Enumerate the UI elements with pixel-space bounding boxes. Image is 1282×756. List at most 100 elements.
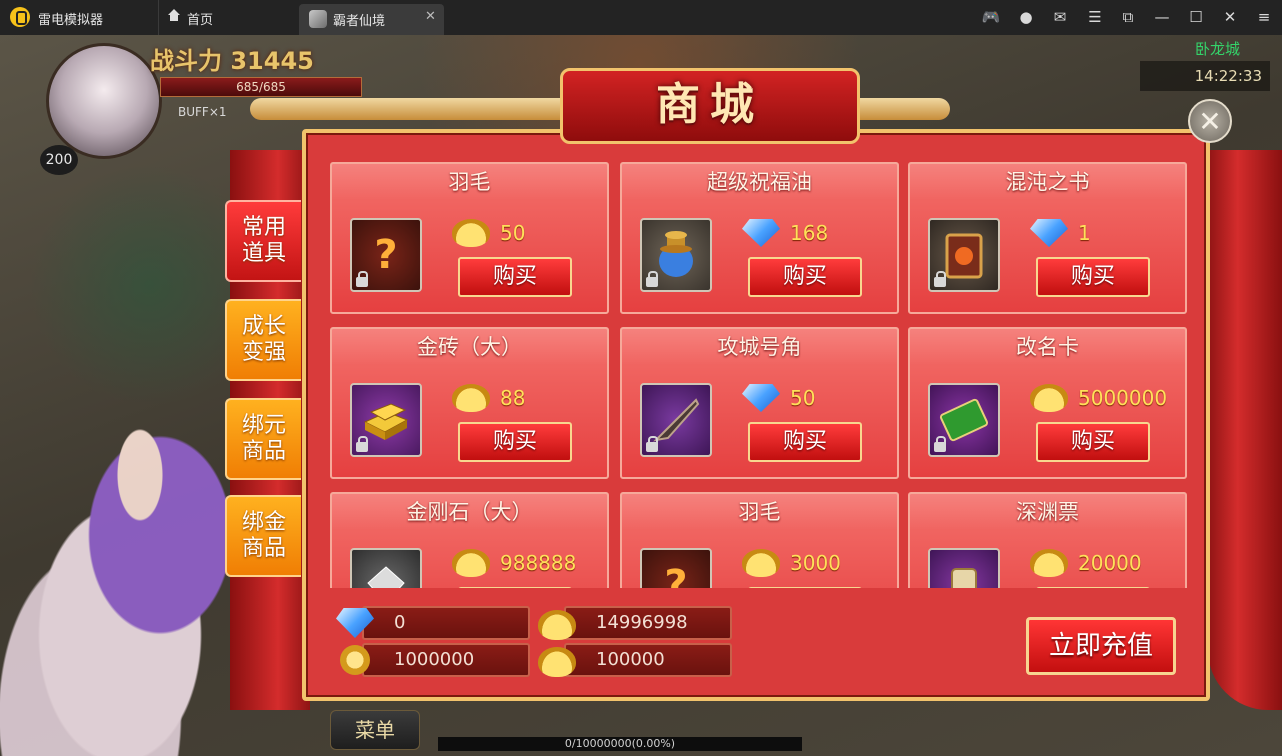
price-value: 1 bbox=[1078, 221, 1091, 245]
bound-ingot-balance: 100000 bbox=[564, 643, 732, 677]
close-window-icon[interactable]: ✕ bbox=[1220, 8, 1240, 26]
tab-home[interactable]: 首页 bbox=[158, 0, 299, 35]
header-wing-left bbox=[250, 98, 580, 120]
gold-ingot-icon bbox=[452, 549, 490, 577]
gold-bars-graphic bbox=[363, 403, 409, 440]
item-card: 羽毛 ? 3000 购买 bbox=[620, 492, 899, 588]
buy-button[interactable]: 购买 bbox=[1036, 587, 1150, 588]
app-logo-icon bbox=[10, 7, 30, 27]
buy-button[interactable]: 购买 bbox=[1036, 257, 1150, 297]
item-card: 金刚石（大） 988888 购买 bbox=[330, 492, 609, 588]
horn-icon[interactable] bbox=[640, 383, 712, 457]
item-card: 深渊票 20000 购买 bbox=[908, 492, 1187, 588]
buy-button[interactable]: 购买 bbox=[748, 422, 862, 462]
vase-icon[interactable] bbox=[640, 218, 712, 292]
vase-graphic bbox=[659, 231, 693, 277]
mail-icon[interactable]: ✉ bbox=[1050, 8, 1070, 26]
game-menu-button[interactable]: 菜单 bbox=[330, 710, 420, 750]
buy-button[interactable]: 购买 bbox=[458, 422, 572, 462]
category-growth[interactable]: 成长变强 bbox=[225, 299, 301, 381]
diamond-icon bbox=[742, 219, 780, 247]
maximize-icon[interactable]: ☐ bbox=[1186, 8, 1206, 26]
lock-icon bbox=[646, 271, 658, 287]
lock-icon bbox=[934, 271, 946, 287]
popout-icon[interactable]: ⧉ bbox=[1118, 8, 1138, 26]
buy-button[interactable]: 购买 bbox=[458, 587, 572, 588]
gem-icon[interactable] bbox=[350, 548, 422, 588]
tab-close-icon[interactable]: ✕ bbox=[425, 9, 436, 24]
category-bound-gold[interactable]: 绑金商品 bbox=[225, 495, 301, 577]
tab-game[interactable]: 霸者仙境 ✕ bbox=[299, 4, 444, 35]
bound-coin-icon bbox=[340, 645, 370, 675]
buy-button[interactable]: 购买 bbox=[1036, 422, 1150, 462]
book-graphic bbox=[945, 233, 983, 279]
diamond-balance: 0 bbox=[362, 606, 530, 640]
gold-ingot-icon bbox=[538, 610, 576, 640]
lock-icon bbox=[356, 436, 368, 452]
rename-card-graphic bbox=[939, 398, 989, 442]
category-bound-yuan[interactable]: 绑元商品 bbox=[225, 398, 301, 480]
item-name: 攻城号角 bbox=[622, 329, 897, 365]
gold-ingot-balance: 14996998 bbox=[564, 606, 732, 640]
item-name: 羽毛 bbox=[332, 164, 607, 200]
buy-button[interactable]: 购买 bbox=[748, 257, 862, 297]
lock-icon bbox=[934, 436, 946, 452]
sidebar-toggle-icon[interactable]: ≡ bbox=[1254, 8, 1274, 26]
curtain-right-decoration bbox=[1208, 150, 1282, 710]
item-card: 羽毛 ? 50 购买 bbox=[330, 162, 609, 314]
buff-indicator[interactable]: BUFF×1 bbox=[178, 105, 227, 119]
recharge-button[interactable]: 立即充值 bbox=[1026, 617, 1176, 675]
lock-icon bbox=[646, 436, 658, 452]
price-value: 168 bbox=[790, 221, 829, 245]
item-grid[interactable]: 羽毛 ? 50 购买 超级祝福油 168 购买 混沌之书 1 购买 金砖（大） … bbox=[330, 162, 1190, 588]
location-name: 卧龙城 bbox=[1195, 40, 1241, 58]
diamond-icon bbox=[742, 384, 780, 412]
buy-button[interactable]: 购买 bbox=[458, 257, 572, 297]
item-name: 羽毛 bbox=[622, 494, 897, 530]
item-card: 混沌之书 1 购买 bbox=[908, 162, 1187, 314]
diamond-icon bbox=[1030, 219, 1068, 247]
item-name: 超级祝福油 bbox=[622, 164, 897, 200]
player-avatar[interactable] bbox=[46, 43, 162, 159]
combat-power: 战斗力 31445 bbox=[150, 47, 314, 75]
menu-icon[interactable]: ☰ bbox=[1085, 8, 1105, 26]
question-icon[interactable]: ? bbox=[350, 218, 422, 292]
scroll-icon[interactable] bbox=[928, 548, 1000, 588]
tab-game-label: 霸者仙境 bbox=[333, 14, 386, 29]
emulator-titlebar: 雷电模拟器 首页 霸者仙境 ✕ 🎮 ● ✉ ☰ ⧉ — ☐ ✕ ≡ bbox=[0, 0, 1282, 35]
account-icon[interactable]: ● bbox=[1016, 8, 1036, 26]
item-card: 超级祝福油 168 购买 bbox=[620, 162, 899, 314]
gamepad-icon[interactable]: 🎮 bbox=[981, 8, 1001, 26]
item-name: 改名卡 bbox=[910, 329, 1185, 365]
item-name: 金刚石（大） bbox=[332, 494, 607, 530]
question-icon[interactable]: ? bbox=[640, 548, 712, 588]
price-value: 988888 bbox=[500, 551, 577, 575]
gold-ingot-icon bbox=[1030, 384, 1068, 412]
gold-ingot-icon bbox=[452, 219, 490, 247]
category-common-items[interactable]: 常用道具 bbox=[225, 200, 301, 282]
buy-button[interactable]: 购买 bbox=[748, 587, 862, 588]
scroll-graphic bbox=[951, 568, 977, 588]
item-card: 金砖（大） 88 购买 bbox=[330, 327, 609, 479]
game-clock: 14:22:33 bbox=[1140, 61, 1270, 91]
shop-close-button[interactable]: ✕ bbox=[1188, 99, 1232, 143]
gold-ingot-icon bbox=[452, 384, 490, 412]
book-icon[interactable] bbox=[928, 218, 1000, 292]
tab-home-label: 首页 bbox=[187, 13, 214, 28]
gold-ingot-icon bbox=[742, 549, 780, 577]
lock-icon bbox=[356, 271, 368, 287]
item-card: 攻城号角 50 购买 bbox=[620, 327, 899, 479]
level-badge: 200 bbox=[40, 145, 78, 175]
rename-card-icon[interactable] bbox=[928, 383, 1000, 457]
app-title: 雷电模拟器 bbox=[38, 13, 104, 28]
price-value: 50 bbox=[500, 221, 526, 245]
item-name: 深渊票 bbox=[910, 494, 1185, 530]
gold-bars-icon[interactable] bbox=[350, 383, 422, 457]
item-name: 金砖（大） bbox=[332, 329, 607, 365]
bound-ingot-icon bbox=[538, 647, 576, 677]
hp-bar: 685/685 bbox=[160, 77, 362, 97]
shop-title: 商城 bbox=[656, 79, 764, 130]
price-value: 3000 bbox=[790, 551, 841, 575]
minimize-icon[interactable]: — bbox=[1152, 8, 1172, 26]
gem-graphic bbox=[367, 566, 405, 588]
